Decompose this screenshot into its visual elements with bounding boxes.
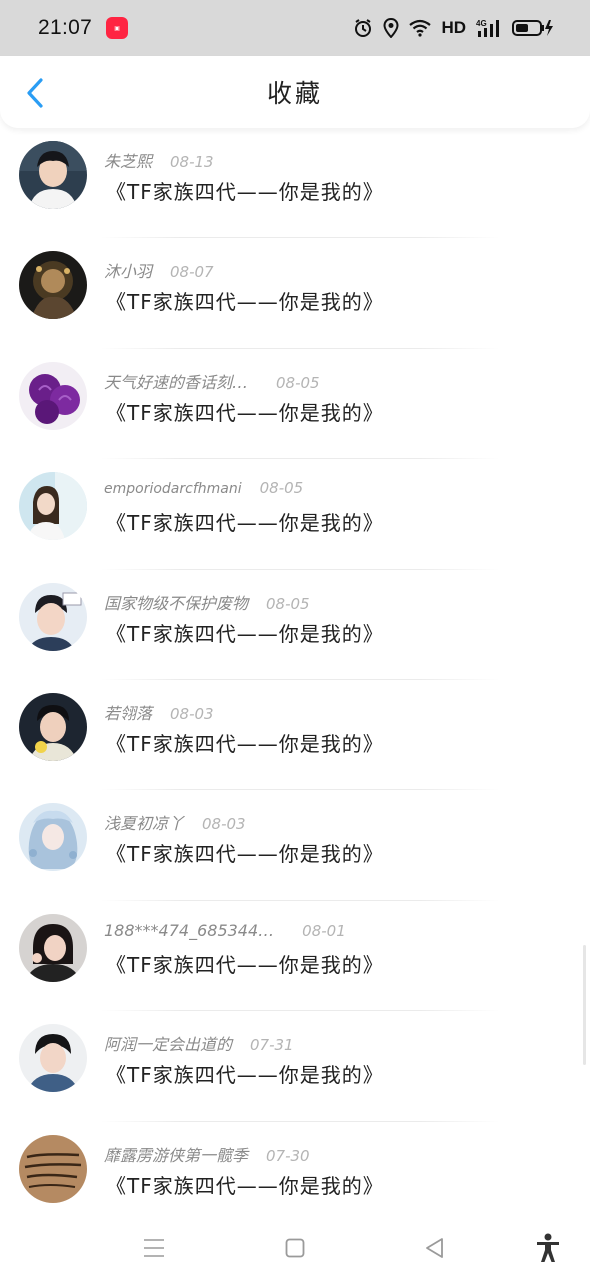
favorites-list: 朱芝熙 08-13 《TF家族四代——你是我的》 沐小羽 08-07 《TF家族… [0,128,590,1232]
item-meta: 若翎落 08-03 [104,700,214,724]
app-notification-icon: ▣ [106,17,129,39]
author-name[interactable]: 国家物级不保护废物 [104,590,248,614]
avatar[interactable] [19,913,87,982]
back-button[interactable] [20,76,50,110]
avatar[interactable] [19,803,87,872]
author-name[interactable]: 阿润一定会出道的 [104,1031,232,1055]
item-meta: 浅夏初凉丫 08-03 [104,810,246,834]
menu-button[interactable] [136,1230,172,1266]
item-meta: 朱芝熙 08-13 [104,148,214,172]
avatar[interactable] [19,692,87,761]
triangle-back-icon [426,1238,443,1258]
item-title[interactable]: 《TF家族四代——你是我的》 [106,728,384,757]
home-button[interactable] [277,1230,313,1266]
item-meta: 阿润一定会出道的 07-31 [104,1031,294,1055]
item-title[interactable]: 《TF家族四代——你是我的》 [106,1059,384,1088]
wifi-icon [409,19,432,37]
list-item[interactable]: 浅夏初凉丫 08-03 《TF家族四代——你是我的》 [0,790,590,901]
author-name[interactable]: emporiodarcfhmani [104,481,242,497]
back-nav-button[interactable] [416,1230,452,1266]
item-meta: emporiodarcfhmani 08-05 [104,479,303,497]
item-date: 07-31 [250,1036,294,1055]
list-item[interactable]: 朱芝熙 08-13 《TF家族四代——你是我的》 [0,128,590,239]
system-nav-bar [0,1216,590,1280]
list-item[interactable]: 国家物级不保护废物 08-05 《TF家族四代——你是我的》 [0,570,590,680]
list-item[interactable]: 188***474_685344… 08-01 《TF家族四代——你是我的》 [0,901,590,1012]
signal-icon: 4G [476,19,499,37]
list-item[interactable]: 沐小羽 08-07 《TF家族四代——你是我的》 [0,238,590,349]
item-date: 08-07 [170,263,214,282]
status-bar: 21:07 ▣ HD 4G [0,0,590,56]
avatar[interactable] [19,361,87,430]
svg-text:4G: 4G [476,19,487,28]
item-meta: 国家物级不保护废物 08-05 [104,590,310,614]
avatar[interactable] [19,582,87,651]
top-app-bar: 收藏 [0,56,590,128]
list-item[interactable]: 若翎落 08-03 《TF家族四代——你是我的》 [0,680,590,791]
list-item[interactable]: 天气好速的香话刻… 08-05 《TF家族四代——你是我的》 [0,349,590,460]
avatar[interactable] [19,141,87,209]
author-name[interactable]: 沐小羽 [104,258,152,282]
author-name[interactable]: 浅夏初凉丫 [104,810,184,834]
item-date: 08-05 [266,594,310,613]
scrollbar[interactable] [583,945,586,1065]
item-title[interactable]: 《TF家族四代——你是我的》 [106,507,384,536]
item-title[interactable]: 《TF家族四代——你是我的》 [106,618,384,647]
author-name[interactable]: 朱芝熙 [104,148,152,172]
menu-icon [144,1239,164,1257]
avatar[interactable] [19,251,87,320]
author-name[interactable]: 靡露雳游侠第一髋季 [104,1142,248,1166]
location-icon [383,18,399,38]
item-title[interactable]: 《TF家族四代——你是我的》 [106,838,384,867]
battery-icon [512,20,553,36]
item-date: 08-05 [259,479,304,498]
alarm-icon [355,19,372,37]
item-meta: 沐小羽 08-07 [104,258,214,282]
item-title[interactable]: 《TF家族四代——你是我的》 [106,397,384,426]
accessibility-button[interactable] [530,1230,566,1266]
author-name[interactable]: 若翎落 [104,700,152,724]
square-home-icon [285,1238,305,1258]
list-item[interactable]: 阿润一定会出道的 07-31 《TF家族四代——你是我的》 [0,1011,590,1122]
item-meta: 靡露雳游侠第一髋季 07-30 [104,1142,310,1166]
avatar[interactable] [19,1024,87,1093]
item-date: 08-13 [170,153,214,171]
item-title[interactable]: 《TF家族四代——你是我的》 [106,1170,384,1199]
avatar[interactable] [19,472,87,541]
author-name[interactable]: 188***474_685344… [104,921,274,940]
item-meta: 天气好速的香话刻… 08-05 [104,369,320,393]
status-time: 21:07 [38,16,93,39]
item-date: 08-03 [170,704,214,723]
item-date: 08-05 [276,373,320,392]
author-name[interactable]: 天气好速的香话刻… [104,369,248,393]
page-title: 收藏 [266,79,323,108]
avatar[interactable] [19,1134,87,1203]
item-meta: 188***474_685344… 08-01 [104,921,346,940]
item-date: 08-01 [302,921,346,940]
accessibility-icon [537,1233,559,1262]
item-date: 08-03 [202,815,246,834]
network-hd-label: HD [441,18,466,37]
item-title[interactable]: 《TF家族四代——你是我的》 [106,176,384,205]
status-icons: HD 4G [353,18,554,38]
item-title[interactable]: 《TF家族四代——你是我的》 [106,286,384,315]
item-title[interactable]: 《TF家族四代——你是我的》 [106,949,384,978]
chevron-left-icon [27,78,43,108]
list-item[interactable]: emporiodarcfhmani 08-05 《TF家族四代——你是我的》 [0,459,590,570]
item-date: 07-30 [266,1146,310,1165]
